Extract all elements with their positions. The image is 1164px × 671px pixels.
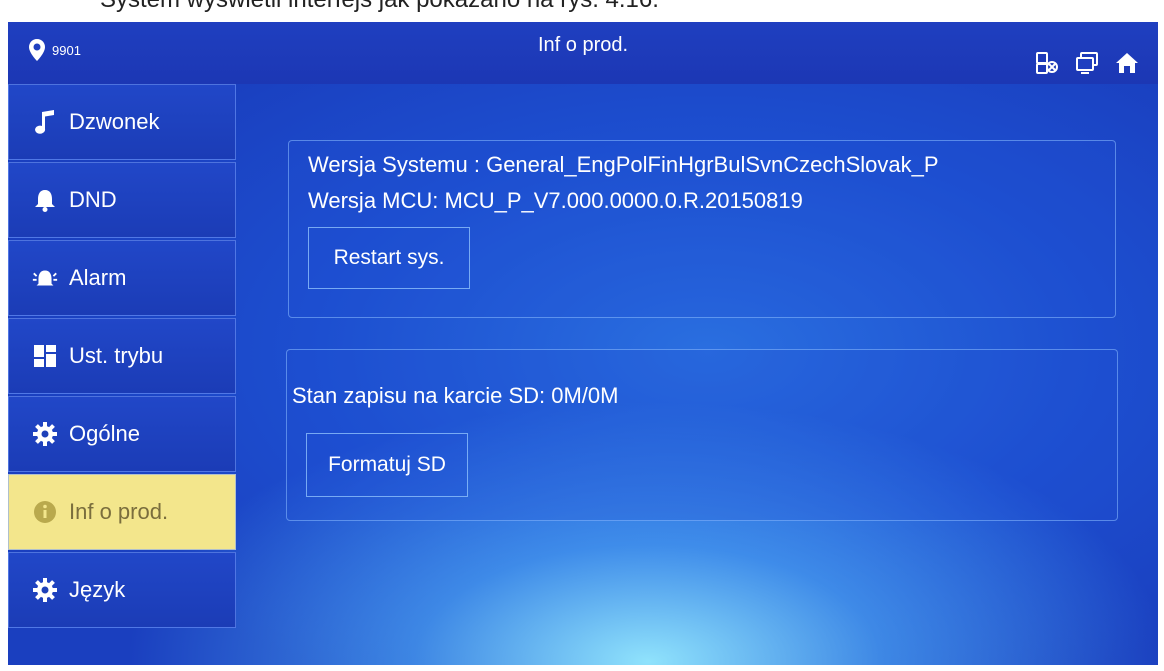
music-note-icon <box>31 108 59 136</box>
sidebar-item-label: Dzwonek <box>69 109 160 134</box>
restart-button[interactable]: Restart sys. <box>308 227 470 289</box>
info-icon <box>31 498 59 526</box>
system-version-text: Wersja Systemu : General_EngPolFinHgrBul… <box>308 152 939 177</box>
gear-icon <box>31 576 59 604</box>
sidebar: Dzwonek DND Alarm Ust. trybu Ogólne Inf … <box>8 84 244 644</box>
sidebar-item-label: Język <box>69 577 126 602</box>
sd-status-text: Stan zapisu na karcie SD: 0M/0M <box>292 383 619 408</box>
alarm-icon <box>31 264 59 292</box>
format-sd-button[interactable]: Formatuj SD <box>306 433 468 497</box>
sidebar-item-inf-o-prod[interactable]: Inf o prod. <box>8 474 236 550</box>
bell-icon <box>31 186 59 214</box>
sidebar-item-label: Ust. trybu <box>69 343 164 368</box>
gear-icon <box>31 420 59 448</box>
sidebar-item-ust-trybu[interactable]: Ust. trybu <box>8 318 236 394</box>
sidebar-item-label: DND <box>69 187 117 212</box>
home-icon[interactable] <box>1114 50 1140 76</box>
top-icons <box>1034 50 1140 76</box>
mode-grid-icon <box>31 342 59 370</box>
page-title: Inf o prod. <box>537 34 629 56</box>
screen-icon[interactable] <box>1074 50 1100 76</box>
network-status-icon[interactable] <box>1034 50 1060 76</box>
sidebar-item-jezyk[interactable]: Język <box>8 552 236 628</box>
document-caption: System wyświetli interfejs jak pokazano … <box>100 0 659 16</box>
sidebar-item-dzwonek[interactable]: Dzwonek <box>8 84 236 160</box>
sidebar-item-label: Inf o prod. <box>69 499 169 524</box>
mcu-version-text: Wersja MCU: MCU_P_V7.000.0000.0.R.201508… <box>308 188 803 213</box>
sidebar-item-dnd[interactable]: DND <box>8 162 236 238</box>
top-bar: 9901 Inf o prod. <box>8 22 1158 84</box>
sidebar-item-alarm[interactable]: Alarm <box>8 240 236 316</box>
sidebar-item-label: Ogólne <box>69 421 140 446</box>
sidebar-item-label: Alarm <box>69 265 127 290</box>
intercom-screen: 9901 Inf o prod. Dzwonek DND Alarm Ust. … <box>8 22 1158 665</box>
sidebar-item-ogolne[interactable]: Ogólne <box>8 396 236 472</box>
